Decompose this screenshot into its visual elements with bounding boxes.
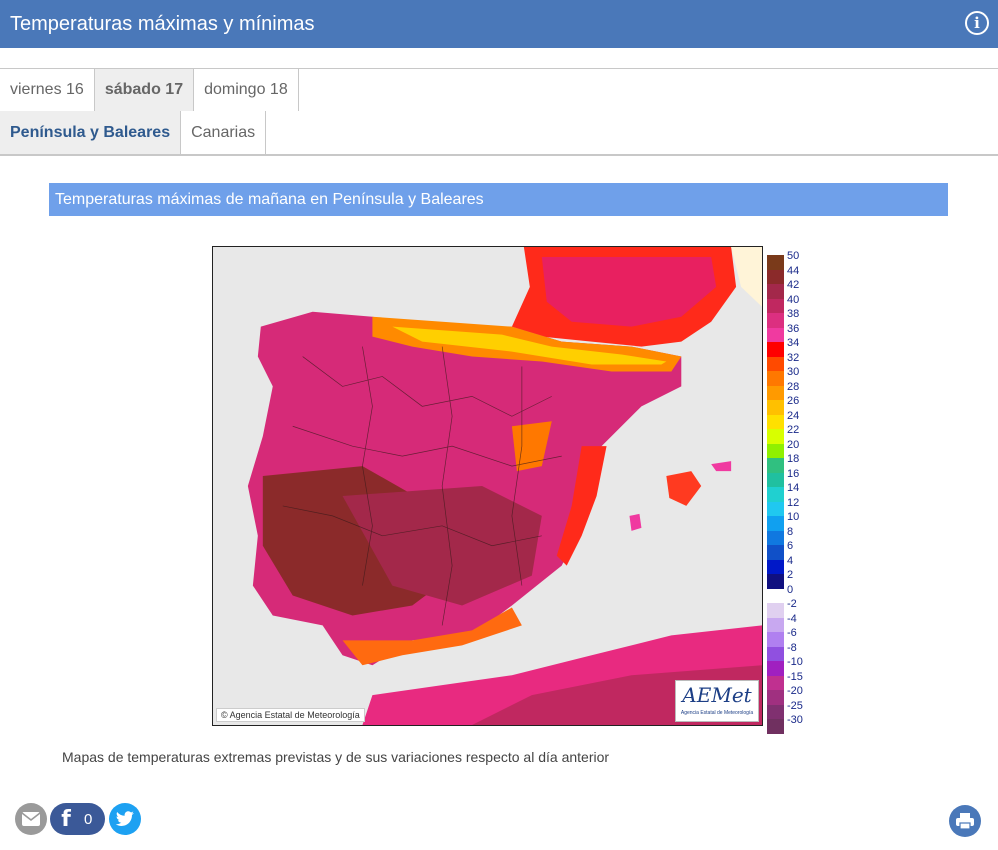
- legend-label: 12: [787, 496, 800, 509]
- legend-label: 34: [787, 337, 800, 349]
- legend-swatch: [767, 690, 784, 705]
- legend-swatch: [767, 255, 784, 270]
- tab-day-sunday[interactable]: domingo 18: [194, 69, 299, 111]
- legend-swatch: [767, 313, 784, 328]
- legend-label: -4: [787, 612, 797, 625]
- legend-swatch: [767, 342, 784, 357]
- temperature-map: © Agencia Estatal de Meteorología AEMet …: [212, 246, 763, 726]
- legend-swatch: [767, 632, 784, 647]
- facebook-icon: f: [61, 806, 71, 832]
- twitter-share-button[interactable]: [109, 803, 141, 835]
- legend-label: -15: [787, 670, 803, 683]
- legend-label: 6: [787, 540, 794, 552]
- legend-label: 26: [787, 395, 800, 407]
- legend-swatch: [767, 327, 784, 342]
- legend-label: 4: [787, 554, 794, 567]
- map-copyright: © Agencia Estatal de Meteorología: [216, 708, 365, 722]
- legend-label: 36: [787, 322, 800, 335]
- legend-label: 22: [787, 424, 800, 436]
- legend-label: 20: [787, 438, 800, 451]
- legend-swatch: [767, 661, 784, 676]
- tab-region-canarias[interactable]: Canarias: [181, 111, 267, 154]
- legend-swatch: [767, 298, 784, 313]
- legend-label: 50: [787, 250, 800, 262]
- aemet-logo-subtext: Agencia Estatal de Meteorología: [680, 710, 754, 716]
- legend-label: 16: [787, 467, 800, 480]
- legend-swatch: [767, 704, 784, 719]
- legend-label: 10: [787, 511, 800, 523]
- legend-swatch: [767, 719, 784, 734]
- legend-label: 18: [787, 453, 800, 465]
- legend-label: 14: [787, 482, 800, 494]
- legend-swatch: [767, 617, 784, 632]
- legend-swatch: [767, 356, 784, 371]
- email-icon: [21, 812, 41, 826]
- legend-swatch: [767, 675, 784, 690]
- legend-label: -8: [787, 641, 797, 654]
- legend-label: -20: [787, 685, 803, 697]
- legend-label: 0: [787, 583, 794, 596]
- map-caption: Mapas de temperaturas extremas previstas…: [62, 749, 610, 765]
- legend-label: 42: [787, 279, 800, 291]
- legend-label: 24: [787, 409, 800, 422]
- legend-swatch: [767, 371, 784, 386]
- legend-label: -2: [787, 598, 797, 610]
- legend-swatch: [767, 284, 784, 299]
- aemet-logo-text: AEMet: [682, 683, 752, 707]
- email-share-button[interactable]: [15, 803, 47, 835]
- info-icon[interactable]: i: [965, 11, 989, 35]
- tab-day-saturday[interactable]: sábado 17: [94, 69, 195, 111]
- legend-label: 32: [787, 351, 800, 364]
- map-image: [213, 247, 762, 725]
- legend-label: -10: [787, 656, 803, 668]
- legend-swatch: [767, 487, 784, 502]
- region-tabs: Península y Baleares Canarias: [0, 111, 998, 156]
- day-tabs: viernes 16 sábado 17 domingo 18: [0, 68, 998, 113]
- aemet-logo: AEMet Agencia Estatal de Meteorología: [675, 680, 759, 722]
- legend-swatch: [767, 472, 784, 487]
- tab-region-peninsula[interactable]: Península y Baleares: [0, 111, 182, 154]
- page-header: Temperaturas máximas y mínimas i: [0, 0, 998, 48]
- legend-swatch: [767, 385, 784, 400]
- legend-label: 8: [787, 525, 794, 538]
- legend-label: 44: [787, 264, 800, 277]
- legend-swatch: [767, 574, 784, 589]
- temperature-legend: 50 44 42 40 38 36 34 32 30 28 26 24 22 20 18 16 14 12 10 8 6…: [767, 251, 807, 734]
- twitter-icon: [115, 811, 134, 826]
- legend-swatch: [767, 458, 784, 473]
- legend-swatch: [767, 588, 784, 603]
- page-title: Temperaturas máximas y mínimas: [10, 12, 315, 35]
- legend-label: 38: [787, 308, 800, 320]
- legend-swatch: [767, 545, 784, 560]
- legend-label: -25: [787, 699, 803, 712]
- legend-swatch: [767, 400, 784, 415]
- legend-swatch: [767, 516, 784, 531]
- legend-swatch: [767, 530, 784, 545]
- legend-label: -6: [787, 627, 797, 639]
- legend-swatch: [767, 269, 784, 284]
- legend-swatch: [767, 443, 784, 458]
- print-button[interactable]: [949, 805, 981, 837]
- legend-swatch: [767, 429, 784, 444]
- legend-swatch: [767, 414, 784, 429]
- legend-swatch: [767, 501, 784, 516]
- legend-label: 2: [787, 569, 794, 581]
- facebook-share-count: 0: [84, 810, 93, 828]
- section-title: Temperaturas máximas de mañana en Peníns…: [49, 183, 948, 216]
- legend-swatch: [767, 603, 784, 618]
- tab-day-friday[interactable]: viernes 16: [0, 69, 95, 111]
- legend-swatch: [767, 559, 784, 574]
- legend-label: 40: [787, 293, 800, 306]
- facebook-share-button[interactable]: f 0: [50, 803, 105, 835]
- legend-label: 28: [787, 380, 800, 393]
- legend-label: 30: [787, 366, 800, 378]
- legend-swatch: [767, 646, 784, 661]
- legend-label: -30: [787, 714, 803, 726]
- print-icon: [956, 813, 974, 830]
